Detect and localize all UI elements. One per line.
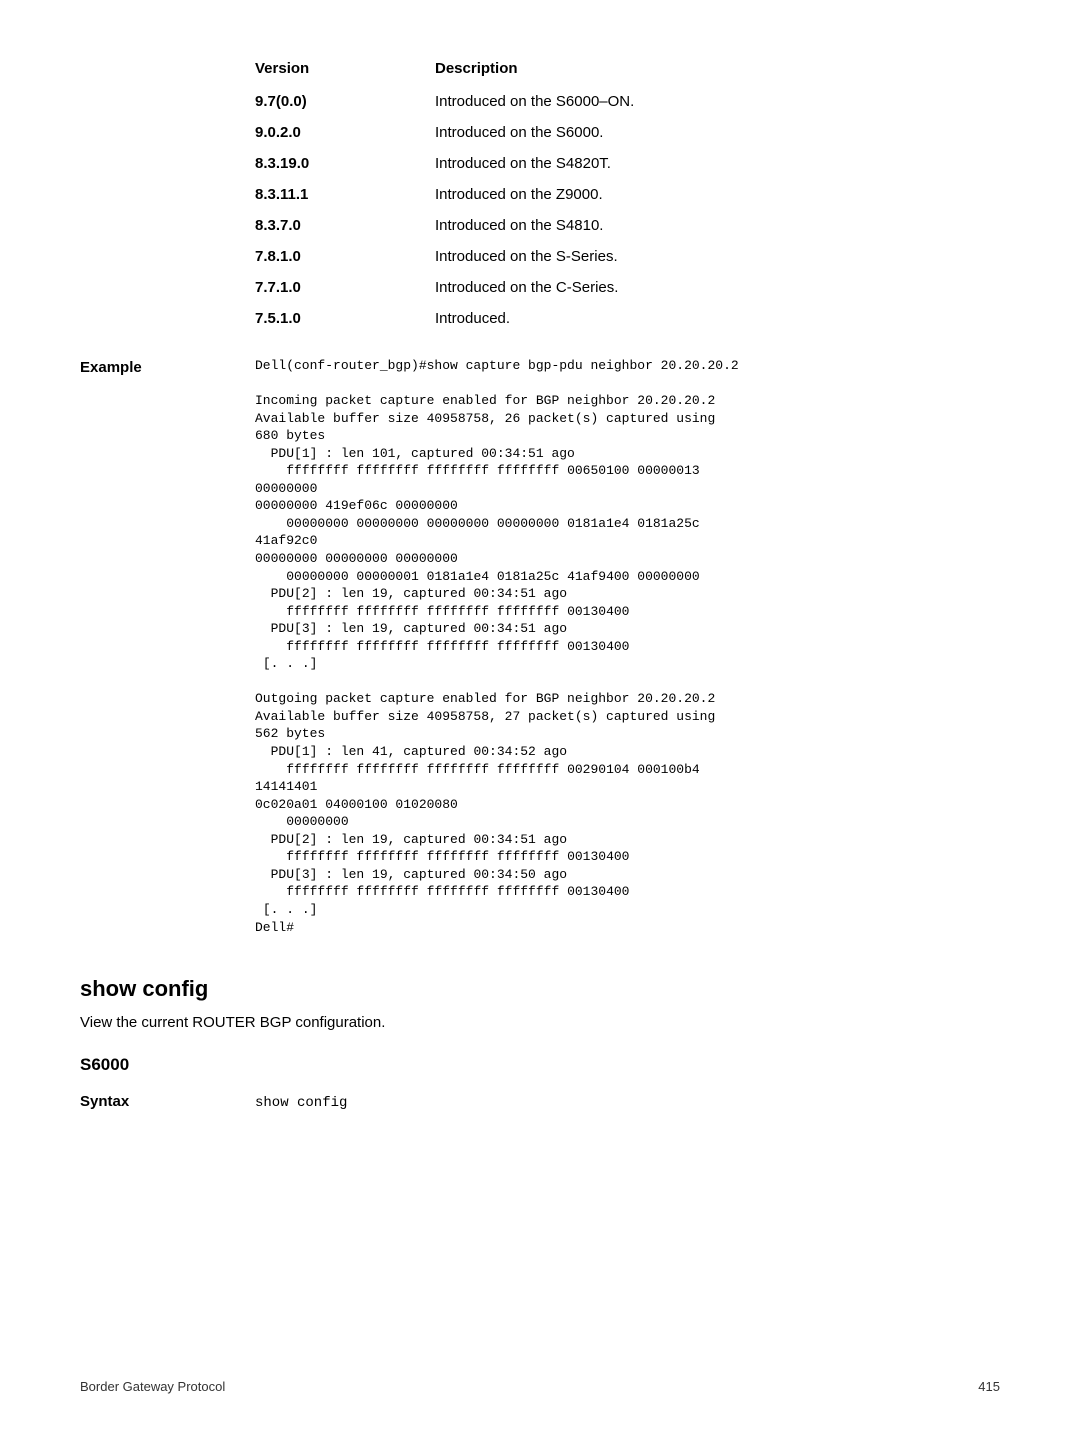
- version-cell: 9.0.2.0: [255, 124, 435, 141]
- version-cell: 7.5.1.0: [255, 310, 435, 327]
- command-heading: show config: [80, 976, 1000, 1002]
- table-header-row: Version Description: [255, 60, 1000, 77]
- description-cell: Introduced on the Z9000.: [435, 186, 1000, 203]
- footer-page-number: 415: [978, 1379, 1000, 1394]
- description-cell: Introduced.: [435, 310, 1000, 327]
- version-cell: 9.7(0.0): [255, 93, 435, 110]
- description-cell: Introduced on the C-Series.: [435, 279, 1000, 296]
- example-code: Dell(conf-router_bgp)#show capture bgp-p…: [255, 357, 1000, 936]
- example-section: Example Dell(conf-router_bgp)#show captu…: [80, 357, 1000, 936]
- command-description: View the current ROUTER BGP configuratio…: [80, 1014, 1000, 1031]
- syntax-row: Syntax show config: [80, 1093, 1000, 1111]
- version-cell: 7.8.1.0: [255, 248, 435, 265]
- description-cell: Introduced on the S6000–ON.: [435, 93, 1000, 110]
- platform-heading: S6000: [80, 1055, 1000, 1075]
- table-row: 9.0.2.0 Introduced on the S6000.: [255, 124, 1000, 141]
- example-label: Example: [80, 357, 255, 376]
- header-version: Version: [255, 60, 435, 77]
- table-row: 8.3.7.0 Introduced on the S4810.: [255, 217, 1000, 234]
- description-cell: Introduced on the S6000.: [435, 124, 1000, 141]
- footer-left: Border Gateway Protocol: [80, 1379, 225, 1394]
- syntax-code: show config: [255, 1095, 347, 1111]
- table-row: 7.5.1.0 Introduced.: [255, 310, 1000, 327]
- version-cell: 8.3.7.0: [255, 217, 435, 234]
- table-row: 9.7(0.0) Introduced on the S6000–ON.: [255, 93, 1000, 110]
- version-cell: 8.3.19.0: [255, 155, 435, 172]
- table-row: 7.8.1.0 Introduced on the S-Series.: [255, 248, 1000, 265]
- syntax-label: Syntax: [80, 1093, 255, 1110]
- description-cell: Introduced on the S4810.: [435, 217, 1000, 234]
- description-cell: Introduced on the S4820T.: [435, 155, 1000, 172]
- version-table: Version Description 9.7(0.0) Introduced …: [255, 60, 1000, 327]
- table-row: 7.7.1.0 Introduced on the C-Series.: [255, 279, 1000, 296]
- page-footer: Border Gateway Protocol 415: [80, 1379, 1000, 1394]
- version-table-wrapper: Version Description 9.7(0.0) Introduced …: [255, 60, 1000, 327]
- table-row: 8.3.11.1 Introduced on the Z9000.: [255, 186, 1000, 203]
- table-row: 8.3.19.0 Introduced on the S4820T.: [255, 155, 1000, 172]
- header-description: Description: [435, 60, 1000, 77]
- version-cell: 7.7.1.0: [255, 279, 435, 296]
- description-cell: Introduced on the S-Series.: [435, 248, 1000, 265]
- version-cell: 8.3.11.1: [255, 186, 435, 203]
